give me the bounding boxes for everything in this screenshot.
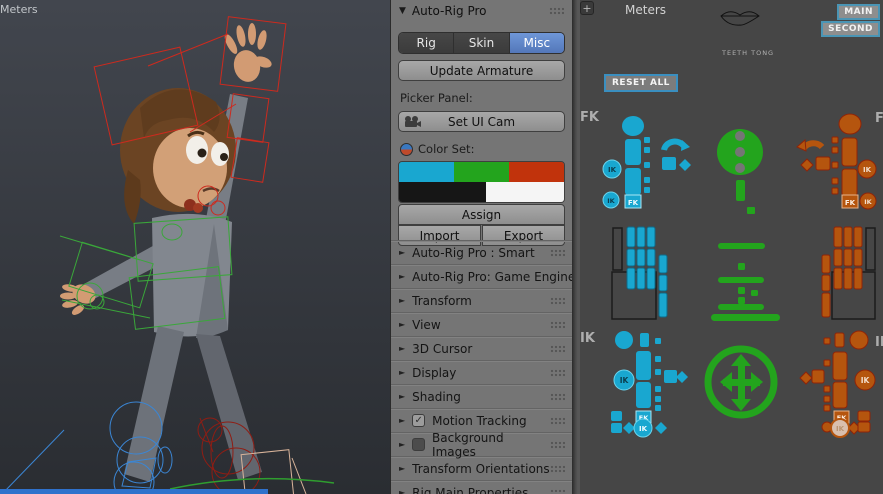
picker-left-arm-ik-button-2[interactable]: IK <box>602 191 620 209</box>
expand-arrow-icon: ► <box>399 440 406 449</box>
panel-grip-icon[interactable] <box>550 416 565 425</box>
panel-title: Auto-Rig Pro <box>411 4 487 18</box>
rig-skin-misc-tabs: Rig Skin Misc <box>398 32 565 54</box>
expand-arrow-icon: ► <box>399 272 406 281</box>
color-set-label: Color Set: <box>418 142 475 156</box>
update-armature-button[interactable]: Update Armature <box>398 60 565 81</box>
material-sphere-icon <box>400 142 413 156</box>
section-background-images[interactable]: ► Background Images <box>391 431 572 459</box>
svg-text:IK: IK <box>607 197 615 205</box>
picker-right-hand-controls[interactable] <box>821 226 876 320</box>
expand-arrow-icon: ► <box>399 248 406 257</box>
section-motion-tracking[interactable]: ► ✓ Motion Tracking <box>391 408 572 432</box>
picker-right-arm-fk-button[interactable]: FK <box>841 194 859 209</box>
color-set-swatches <box>398 161 565 203</box>
character-mesh <box>60 23 272 482</box>
expand-arrow-icon: ► <box>399 392 406 401</box>
picker-head-controls[interactable] <box>717 129 763 214</box>
picker-right-arm-fk-controls[interactable] <box>796 113 862 197</box>
svg-text:IK: IK <box>863 166 872 174</box>
3d-viewport[interactable]: Meters <box>0 0 390 494</box>
swatch-green[interactable] <box>454 162 510 182</box>
set-ui-cam-button[interactable]: Set UI Cam <box>398 111 565 132</box>
check-icon: ✓ <box>414 415 423 426</box>
svg-text:IK: IK <box>608 166 617 174</box>
panel-grip-icon[interactable] <box>550 392 565 401</box>
panel-grip-icon[interactable] <box>550 296 565 305</box>
section-transform-orientations[interactable]: ► Transform Orientations <box>391 456 572 480</box>
viewport-canvas[interactable] <box>0 0 390 494</box>
ik-section-label-right: IK <box>875 335 883 350</box>
tool-shelf-panel: ▼ Auto-Rig Pro Rig Skin Misc Update Arma… <box>390 0 572 494</box>
expand-arrow-icon: ► <box>399 296 406 305</box>
tab-rig[interactable]: Rig <box>399 33 455 53</box>
collapse-arrow-icon: ▼ <box>399 6 406 16</box>
section-autorig-game-engine[interactable]: ► Auto-Rig Pro: Game Engine E <box>391 264 572 288</box>
picker-root-master-control[interactable] <box>704 345 778 419</box>
motion-tracking-checkbox[interactable]: ✓ <box>412 414 426 427</box>
section-view[interactable]: ► View <box>391 312 572 336</box>
picker-right-arm-ik-button[interactable]: IK <box>857 159 877 179</box>
tab-misc[interactable]: Misc <box>509 33 564 53</box>
picker-canvas[interactable]: IK IK FK IK FK IK F IK FK IK IK FK IK I <box>578 0 883 494</box>
section-3d-cursor[interactable]: ► 3D Cursor <box>391 336 572 360</box>
viewport-unit-label: Meters <box>0 3 38 16</box>
tab-skin[interactable]: Skin <box>454 33 510 53</box>
svg-text:IK: IK <box>861 376 871 385</box>
expand-arrow-icon: ► <box>399 464 406 473</box>
picker-left-hand-controls[interactable] <box>611 226 668 320</box>
section-display[interactable]: ► Display <box>391 360 572 384</box>
color-set-label-row: Color Set: <box>400 142 572 156</box>
panel-grip-icon[interactable] <box>550 248 565 257</box>
picker-right-leg-ik-button[interactable]: IK <box>854 369 876 391</box>
svg-text:IK: IK <box>864 198 872 206</box>
expand-arrow-icon: ► <box>399 368 406 377</box>
svg-text:IK: IK <box>836 425 845 433</box>
swatch-white[interactable] <box>486 182 564 202</box>
panel-grip-icon[interactable] <box>550 440 565 449</box>
panel-grip-icon[interactable] <box>550 488 565 494</box>
rotate-arrow-icon <box>661 138 687 151</box>
panel-grip-icon[interactable] <box>550 464 565 473</box>
expand-arrow-icon: ► <box>399 344 406 353</box>
collapsed-panels-list: ► Auto-Rig Pro : Smart ► Auto-Rig Pro: G… <box>391 240 572 494</box>
svg-text:IK: IK <box>620 376 630 385</box>
bottom-blue-bone-bar[interactable] <box>0 489 268 494</box>
section-rig-main-properties[interactable]: ► Rig Main Properties <box>391 480 572 494</box>
expand-arrow-icon: ► <box>399 320 406 329</box>
panel-grip-icon[interactable] <box>550 368 565 377</box>
section-autorig-smart[interactable]: ► Auto-Rig Pro : Smart <box>391 240 572 264</box>
svg-text:FK: FK <box>845 199 856 207</box>
camera-icon <box>405 116 421 127</box>
swatch-black[interactable] <box>399 182 487 202</box>
picker-panel-label: Picker Panel: <box>400 91 473 105</box>
svg-text:FK: FK <box>628 199 639 207</box>
svg-text:IK: IK <box>639 425 648 433</box>
assign-button[interactable]: Assign <box>398 204 565 225</box>
lips-picker-shape[interactable] <box>720 11 760 26</box>
ground-arc <box>169 477 335 490</box>
section-shading[interactable]: ► Shading <box>391 384 572 408</box>
rig-picker-viewport[interactable]: + Meters MAIN SECOND RESET ALL TEETH TON… <box>578 0 883 494</box>
picker-spine-controls[interactable] <box>711 243 780 321</box>
fk-section-label-right: FK <box>875 111 883 126</box>
picker-right-foot-ik-button[interactable]: IK <box>830 418 850 438</box>
picker-left-arm-fk-button[interactable]: FK <box>624 194 642 209</box>
picker-left-arm-fk-controls[interactable] <box>622 116 691 195</box>
expand-arrow-icon: ► <box>399 488 406 494</box>
background-images-checkbox[interactable] <box>412 438 426 451</box>
picker-left-arm-ik-button[interactable]: IK <box>602 159 622 179</box>
picker-left-foot-ik-button[interactable]: IK <box>633 418 653 438</box>
panel-grip-icon[interactable] <box>550 344 565 353</box>
panel-grip-icon[interactable] <box>549 7 564 15</box>
blender-window: Meters ▼ Auto-Rig Pro Rig Skin Misc Upda… <box>0 0 883 494</box>
section-transform[interactable]: ► Transform <box>391 288 572 312</box>
panel-grip-icon[interactable] <box>550 320 565 329</box>
autorig-panel-header[interactable]: ▼ Auto-Rig Pro <box>391 0 572 22</box>
swatch-cyan[interactable] <box>399 162 455 182</box>
picker-right-arm-ik-button-2[interactable]: IK <box>859 192 877 210</box>
expand-arrow-icon: ► <box>399 416 406 425</box>
picker-left-leg-ik-button[interactable]: IK <box>613 369 635 391</box>
swatch-red[interactable] <box>509 162 564 182</box>
